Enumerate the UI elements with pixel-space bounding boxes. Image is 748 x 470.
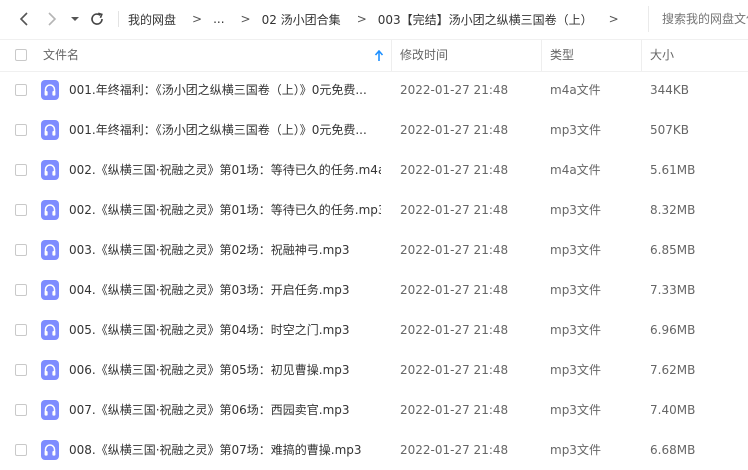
file-size: 6.85MB — [650, 243, 696, 257]
search-input[interactable] — [662, 6, 748, 32]
row-checkbox[interactable] — [15, 444, 27, 456]
table-row[interactable]: 004.《纵横三国·祝融之灵》第03场：开启任务.mp3 2022-01-27 2… — [0, 270, 748, 310]
file-modified-time: 2022-01-27 21:48 — [400, 443, 509, 457]
table-row[interactable]: 001.年终福利：《汤小团之纵横三国卷（上）》0元免费... 2022-01-27… — [0, 70, 748, 110]
history-dropdown-icon[interactable] — [68, 9, 82, 29]
file-modified-time: 2022-01-27 21:48 — [400, 403, 509, 417]
audio-file-icon — [41, 160, 59, 180]
file-type: m4a文件 — [550, 83, 601, 97]
file-size: 6.68MB — [650, 443, 696, 457]
file-modified-time: 2022-01-27 21:48 — [400, 203, 509, 217]
file-name[interactable]: 005.《纵横三国·祝融之灵》第04场：时空之门.mp3 — [69, 310, 381, 350]
column-header-size[interactable]: 大小 — [650, 40, 674, 71]
file-type: mp3文件 — [550, 323, 601, 337]
audio-file-icon — [41, 440, 59, 460]
file-name[interactable]: 004.《纵横三国·祝融之灵》第03场：开启任务.mp3 — [69, 270, 381, 310]
audio-file-icon — [41, 240, 59, 260]
breadcrumb-separator: > — [356, 12, 367, 26]
audio-file-icon — [41, 280, 59, 300]
table-row[interactable]: 001.年终福利：《汤小团之纵横三国卷（上）》0元免费... 2022-01-27… — [0, 110, 748, 150]
refresh-icon[interactable] — [87, 9, 107, 29]
breadcrumb-item-current: 003【完结】汤小团之纵横三国卷（上） — [377, 12, 593, 27]
file-type: m4a文件 — [550, 163, 601, 177]
row-checkbox[interactable] — [15, 84, 27, 96]
file-size: 507KB — [650, 123, 690, 137]
column-divider[interactable] — [641, 40, 642, 71]
file-name[interactable]: 001.年终福利：《汤小团之纵横三国卷（上）》0元免费... — [69, 70, 381, 110]
breadcrumb: 我的网盘 > ... > 02 汤小团合集 > 003【完结】汤小团之纵横三国卷… — [128, 0, 630, 38]
table-row[interactable]: 003.《纵横三国·祝融之灵》第02场：祝融神弓.mp3 2022-01-27 2… — [0, 230, 748, 270]
column-header-time[interactable]: 修改时间 — [400, 40, 448, 71]
file-modified-time: 2022-01-27 21:48 — [400, 363, 509, 377]
breadcrumb-item-ellipsis[interactable]: ... — [213, 12, 224, 26]
table-row[interactable]: 005.《纵横三国·祝融之灵》第04场：时空之门.mp3 2022-01-27 2… — [0, 310, 748, 350]
file-type: mp3文件 — [550, 403, 601, 417]
column-divider[interactable] — [391, 40, 392, 71]
sort-asc-icon[interactable] — [374, 50, 384, 62]
audio-file-icon — [41, 400, 59, 420]
file-name[interactable]: 008.《纵横三国·祝融之灵》第07场：难搞的曹操.mp3 — [69, 430, 381, 470]
file-modified-time: 2022-01-27 21:48 — [400, 243, 509, 257]
file-name[interactable]: 002.《纵横三国·祝融之灵》第01场：等待已久的任务.m4a — [69, 150, 381, 190]
row-checkbox[interactable] — [15, 324, 27, 336]
breadcrumb-separator: > — [608, 12, 619, 26]
breadcrumb-item-root[interactable]: 我的网盘 — [128, 11, 176, 28]
file-type: mp3文件 — [550, 443, 601, 457]
file-type: mp3文件 — [550, 123, 601, 137]
row-checkbox[interactable] — [15, 164, 27, 176]
file-modified-time: 2022-01-27 21:48 — [400, 283, 509, 297]
file-size: 5.61MB — [650, 163, 696, 177]
breadcrumb-item-collection[interactable]: 02 汤小团合集 — [262, 11, 341, 28]
table-row[interactable]: 006.《纵横三国·祝融之灵》第05场：初见曹操.mp3 2022-01-27 2… — [0, 350, 748, 390]
row-checkbox[interactable] — [15, 124, 27, 136]
file-name[interactable]: 002.《纵横三国·祝融之灵》第01场：等待已久的任务.mp3 — [69, 190, 381, 230]
column-header-type[interactable]: 类型 — [550, 40, 574, 71]
row-checkbox[interactable] — [15, 404, 27, 416]
table-row[interactable]: 002.《纵横三国·祝融之灵》第01场：等待已久的任务.m4a 2022-01-2… — [0, 150, 748, 190]
row-checkbox[interactable] — [15, 284, 27, 296]
file-name[interactable]: 006.《纵横三国·祝融之灵》第05场：初见曹操.mp3 — [69, 350, 381, 390]
file-modified-time: 2022-01-27 21:48 — [400, 323, 509, 337]
audio-file-icon — [41, 120, 59, 140]
file-size: 7.33MB — [650, 283, 696, 297]
table-row[interactable]: 008.《纵横三国·祝融之灵》第07场：难搞的曹操.mp3 2022-01-27 … — [0, 430, 748, 470]
top-navigation-bar: 我的网盘 > ... > 02 汤小团合集 > 003【完结】汤小团之纵横三国卷… — [0, 0, 748, 38]
row-checkbox[interactable] — [15, 364, 27, 376]
select-all-checkbox[interactable] — [15, 49, 27, 61]
file-type: mp3文件 — [550, 243, 601, 257]
file-size: 7.62MB — [650, 363, 696, 377]
column-divider[interactable] — [541, 40, 542, 71]
file-size: 6.96MB — [650, 323, 696, 337]
file-size: 8.32MB — [650, 203, 696, 217]
forward-icon[interactable] — [42, 9, 62, 29]
file-type: mp3文件 — [550, 283, 601, 297]
audio-file-icon — [41, 80, 59, 100]
file-name[interactable]: 001.年终福利：《汤小团之纵横三国卷（上）》0元免费... — [69, 110, 381, 150]
divider — [118, 11, 119, 27]
file-size: 344KB — [650, 83, 690, 97]
file-modified-time: 2022-01-27 21:48 — [400, 123, 509, 137]
file-type: mp3文件 — [550, 363, 601, 377]
audio-file-icon — [41, 320, 59, 340]
breadcrumb-separator: > — [240, 12, 251, 26]
breadcrumb-separator: > — [192, 12, 203, 26]
file-name[interactable]: 003.《纵横三国·祝融之灵》第02场：祝融神弓.mp3 — [69, 230, 381, 270]
column-header-name[interactable]: 文件名 — [43, 40, 79, 71]
table-header: 文件名 修改时间 类型 大小 — [0, 39, 748, 72]
table-row[interactable]: 002.《纵横三国·祝融之灵》第01场：等待已久的任务.mp3 2022-01-2… — [0, 190, 748, 230]
file-name[interactable]: 007.《纵横三国·祝融之灵》第06场：西园卖官.mp3 — [69, 390, 381, 430]
audio-file-icon — [41, 200, 59, 220]
audio-file-icon — [41, 360, 59, 380]
back-icon[interactable] — [14, 9, 34, 29]
file-size: 7.40MB — [650, 403, 696, 417]
row-checkbox[interactable] — [15, 244, 27, 256]
table-row[interactable]: 007.《纵横三国·祝融之灵》第06场：西园卖官.mp3 2022-01-27 2… — [0, 390, 748, 430]
file-modified-time: 2022-01-27 21:48 — [400, 83, 509, 97]
file-modified-time: 2022-01-27 21:48 — [400, 163, 509, 177]
row-checkbox[interactable] — [15, 204, 27, 216]
search-box — [648, 6, 748, 32]
file-type: mp3文件 — [550, 203, 601, 217]
